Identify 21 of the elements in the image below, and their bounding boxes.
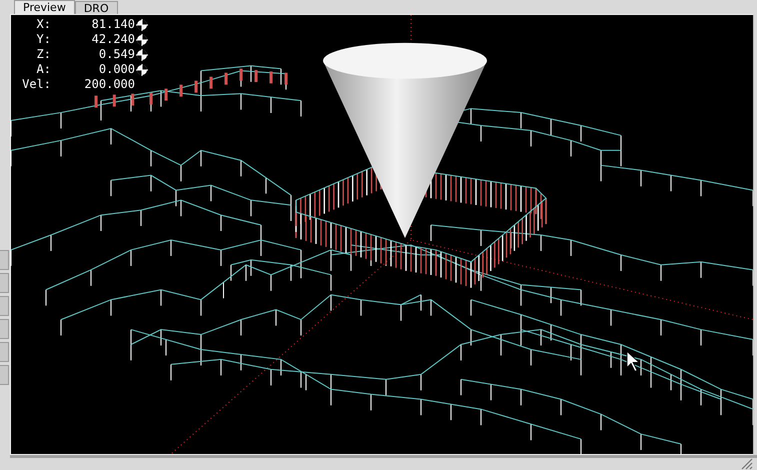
dro-label: A: — [36, 62, 51, 77]
dro-label: Y: — [36, 32, 51, 47]
axis-position-value: 42.240 — [90, 32, 135, 47]
axis-position-value: 0.549 — [98, 47, 135, 62]
side-panel-button[interactable] — [0, 319, 9, 339]
axis-position-value: 81.140 — [90, 17, 135, 32]
dro-label: Vel: — [21, 77, 51, 92]
dro-label: X: — [36, 17, 51, 32]
preview-canvas[interactable]: X: 81.140 Y: 42.240 Z: 0.549 A: 0.000 Vel: 200.000 — [10, 14, 754, 455]
tab[interactable]: DRO — [74, 1, 118, 14]
side-panel-button[interactable] — [0, 296, 9, 316]
side-panel-button[interactable] — [0, 365, 9, 385]
axis-position-value: 0.000 — [98, 62, 135, 77]
side-panel-button[interactable] — [0, 250, 9, 270]
dro-label: Z: — [36, 47, 51, 62]
side-panel-button[interactable] — [0, 342, 9, 362]
side-panel-button[interactable] — [0, 273, 9, 293]
resize-grip-icon[interactable] — [741, 458, 753, 470]
velocity-value: 200.000 — [83, 77, 135, 92]
tab[interactable]: Preview — [14, 0, 75, 14]
mouse-cursor-icon — [626, 350, 640, 372]
